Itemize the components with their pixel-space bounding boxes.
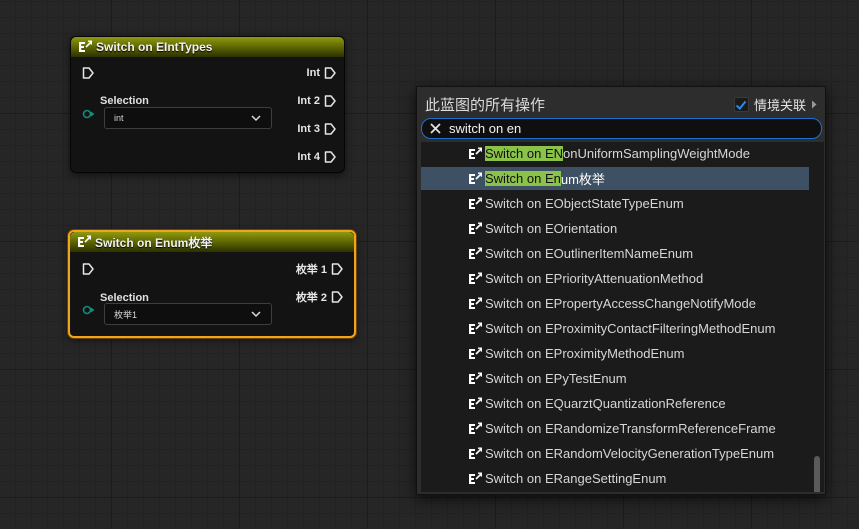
switch-node-icon	[468, 146, 482, 160]
selection-label: Selection	[100, 95, 149, 107]
output-label: 枚举 1	[295, 264, 327, 276]
item-label: Switch on EPropertyAccessChangeNotifyMod…	[485, 296, 756, 311]
switch-node-icon	[468, 396, 482, 410]
item-label: Switch on ERangeSettingEnum	[485, 471, 667, 486]
scrollbar-thumb[interactable]	[814, 456, 820, 492]
switch-node-icon	[468, 196, 482, 210]
switch-on-enum-node[interactable]: Switch on Enum枚举 枚举 1 枚举 2 Selection 枚举1	[68, 230, 356, 338]
menu-title: 此蓝图的所有操作	[425, 97, 546, 114]
node-header[interactable]: Switch on Enum枚举	[70, 232, 354, 252]
exec-output-pin-icon[interactable]	[331, 263, 343, 275]
chevron-right-icon[interactable]	[811, 100, 817, 109]
selection-value: 枚举1	[114, 309, 138, 320]
list-item[interactable]: Switch on EQuarztQuantizationReference	[421, 392, 809, 415]
switch-node-icon	[468, 471, 482, 485]
list-item[interactable]: Switch on ERandomVelocityGenerationTypeE…	[421, 442, 809, 465]
list-item[interactable]: Switch on EObjectStateTypeEnum	[421, 192, 809, 215]
item-label: Switch on EOutlinerItemNameEnum	[485, 246, 694, 261]
list-item[interactable]: Switch on EProximityContactFilteringMeth…	[421, 317, 809, 340]
list-item[interactable]: Switch on ERangeSettingEnum	[421, 467, 809, 490]
close-icon[interactable]	[430, 123, 441, 134]
switch-node-icon	[78, 40, 92, 53]
node-title: Switch on EIntTypes	[96, 40, 213, 54]
exec-output-pin-icon[interactable]	[324, 67, 336, 79]
context-sensitive-toggle[interactable]: 情境关联	[733, 95, 817, 114]
switch-on-eint-types-node[interactable]: Switch on EIntTypes Int Int 2 Int 3 Int …	[70, 36, 345, 173]
switch-node-icon	[468, 421, 482, 435]
item-label: Switch on ERandomVelocityGenerationTypeE…	[485, 446, 775, 461]
item-label: Switch on EProximityContactFilteringMeth…	[485, 321, 776, 336]
context-checkbox[interactable]	[733, 97, 749, 112]
selection-dropdown[interactable]: int	[104, 107, 272, 129]
list-item[interactable]: Switch on EPyTestEnum	[421, 367, 809, 390]
match-highlight: Switch on EN	[485, 146, 564, 161]
output-label: 枚举 2	[295, 292, 327, 304]
item-label: onUniformSamplingWeightMode	[563, 146, 750, 161]
output-pin-int-3[interactable]: Int 3	[297, 122, 336, 136]
list-item[interactable]: Switch on EPropertyAccessChangeNotifyMod…	[421, 292, 809, 315]
item-label: Switch on EObjectStateTypeEnum	[485, 196, 684, 211]
chevron-down-icon	[251, 311, 261, 318]
output-pin-enum-1[interactable]: 枚举 1	[296, 262, 343, 276]
exec-output-pin-icon[interactable]	[324, 123, 336, 135]
exec-input-pin-icon[interactable]	[82, 67, 94, 79]
switch-node-icon	[468, 171, 482, 185]
list-item[interactable]: Switch on EProximityMethodEnum	[421, 342, 809, 365]
list-item[interactable]: Switch on EOutlinerItemNameEnum	[421, 242, 809, 265]
list-item[interactable]: Switch on EN onUniformSamplingWeightMode	[421, 142, 809, 165]
exec-output-pin-icon[interactable]	[331, 291, 343, 303]
switch-node-icon	[468, 446, 482, 460]
output-label: Int	[306, 67, 320, 79]
match-highlight: Switch on En	[485, 171, 561, 186]
list-item[interactable]: Switch on EPriorityAttenuationMethod	[421, 267, 809, 290]
exec-output-pin-icon[interactable]	[324, 151, 336, 163]
action-list: Switch on EN onUniformSamplingWeightMode …	[421, 142, 824, 492]
output-pin-int-4[interactable]: Int 4	[297, 150, 336, 164]
output-label: Int 4	[297, 151, 320, 163]
switch-node-icon	[468, 221, 482, 235]
switch-node-icon	[468, 371, 482, 385]
switch-node-icon	[468, 346, 482, 360]
byte-pin-icon[interactable]	[82, 305, 96, 315]
output-pin-int-2[interactable]: Int 2	[297, 94, 336, 108]
chevron-down-icon	[251, 115, 261, 122]
output-pin-int[interactable]: Int	[307, 66, 336, 80]
checkmark-icon	[736, 100, 747, 110]
search-box[interactable]	[421, 118, 822, 139]
selection-value: int	[114, 113, 124, 123]
switch-node-icon	[77, 235, 91, 248]
selection-dropdown[interactable]: 枚举1	[104, 303, 272, 325]
list-item[interactable]: Switch on EOrientation	[421, 217, 809, 240]
switch-node-icon	[468, 296, 482, 310]
switch-node-icon	[468, 246, 482, 260]
output-label: Int 2	[297, 95, 320, 107]
blueprint-actions-menu: 此蓝图的所有操作 情境关联 Switch on ENonUniformSampl…	[416, 86, 826, 495]
list-item[interactable]: Switch on ERandomizeTransformReferenceFr…	[421, 417, 809, 440]
item-label: Switch on EQuarztQuantizationReference	[485, 396, 726, 411]
switch-node-icon	[468, 271, 482, 285]
item-label: Switch on EProximityMethodEnum	[485, 346, 685, 361]
item-label: Switch on EOrientation	[485, 221, 618, 236]
item-label: Switch on EPyTestEnum	[485, 371, 627, 386]
switch-node-icon	[468, 321, 482, 335]
node-title: Switch on Enum枚举	[95, 235, 213, 250]
exec-input-pin-icon[interactable]	[82, 263, 94, 275]
context-label: 情境关联	[753, 98, 806, 113]
node-header[interactable]: Switch on EIntTypes	[71, 37, 344, 57]
search-input[interactable]	[449, 121, 789, 136]
output-pin-enum-2[interactable]: 枚举 2	[296, 290, 343, 304]
exec-output-pin-icon[interactable]	[324, 95, 336, 107]
list-item-selected[interactable]: Switch on En um枚举	[421, 167, 809, 190]
item-label: Switch on ERandomizeTransformReferenceFr…	[485, 421, 776, 436]
byte-pin-icon[interactable]	[82, 109, 96, 119]
item-label: um枚举	[560, 172, 605, 187]
item-label: Switch on EPriorityAttenuationMethod	[485, 271, 704, 286]
output-label: Int 3	[297, 123, 320, 135]
